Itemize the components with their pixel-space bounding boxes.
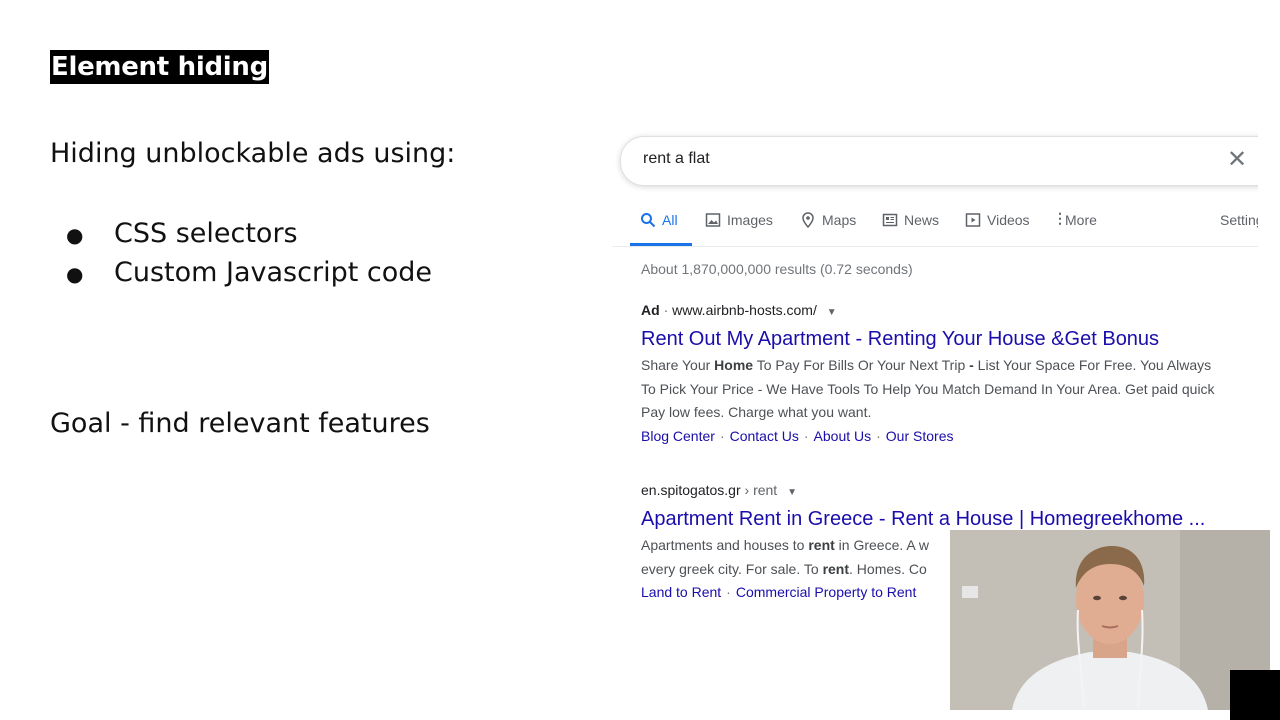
result-url: en.spitogatos.gr › rent ▼ [641, 480, 1258, 500]
slide-title: Element hiding [50, 50, 269, 84]
video-icon [965, 213, 981, 227]
result-site[interactable]: en.spitogatos.gr [641, 482, 741, 498]
presenter-video-icon [950, 530, 1270, 710]
ad-label: Ad [641, 302, 660, 318]
result-stats: About 1,870,000,000 results (0.72 second… [641, 261, 913, 277]
sitelink[interactable]: Contact Us [730, 428, 799, 444]
map-pin-icon [802, 212, 814, 228]
ad-url[interactable]: www.airbnb-hosts.com/ [672, 302, 817, 318]
ad-result: Ad · www.airbnb-hosts.com/ ▼ Rent Out My… [641, 300, 1258, 448]
search-query[interactable]: rent a flat [643, 150, 710, 168]
chevron-down-icon[interactable]: ▼ [827, 307, 837, 318]
result-url: Ad · www.airbnb-hosts.com/ ▼ [641, 302, 837, 318]
tab-settings[interactable]: Settings [1220, 212, 1258, 228]
tab-all[interactable]: All [640, 212, 678, 228]
sitelink[interactable]: Blog Center [641, 428, 715, 444]
sitelink[interactable]: About Us [814, 428, 872, 444]
sitelink[interactable]: Land to Rent [641, 584, 721, 600]
sitelink[interactable]: Commercial Property to Rent [736, 584, 917, 600]
search-box[interactable]: rent a flat ✕ [620, 136, 1258, 186]
more-vertical-icon: ⋮ [1053, 210, 1067, 226]
close-icon[interactable]: ✕ [1227, 146, 1247, 174]
bullet-dot-icon: ● [66, 223, 84, 247]
bullet-list: ● CSS selectors ● Custom Javascript code [66, 214, 432, 292]
bullet-dot-icon: ● [66, 262, 84, 286]
chevron-down-icon[interactable]: ▼ [787, 487, 797, 498]
result-description: Share Your Home To Pay For Bills Or Your… [641, 357, 1215, 420]
intro-text: Hiding unblockable ads using: [50, 138, 456, 169]
tab-images[interactable]: Images [705, 212, 773, 228]
corner-block [1230, 670, 1280, 720]
tab-more[interactable]: ⋮ More [1053, 210, 1097, 228]
search-tabs: All Images Maps News Videos ⋮ More Setti… [612, 204, 1258, 247]
goal-text: Goal - find relevant features [50, 408, 430, 439]
bullet-item: ● Custom Javascript code [66, 253, 432, 292]
sitelinks: Blog Center · Contact Us · About Us · Our Stor… [641, 427, 954, 444]
active-tab-indicator [630, 243, 692, 246]
result-title-link[interactable]: Rent Out My Apartment - Renting Your Hou… [641, 324, 1258, 354]
webcam-overlay [950, 530, 1270, 710]
tab-news[interactable]: News [882, 212, 939, 228]
news-icon [882, 213, 898, 227]
image-icon [705, 213, 721, 227]
search-icon [641, 213, 656, 228]
tab-videos[interactable]: Videos [965, 212, 1030, 228]
sitelink[interactable]: Our Stores [886, 428, 954, 444]
result-path: › rent [744, 482, 778, 498]
tab-maps[interactable]: Maps [800, 212, 856, 228]
bullet-item: ● CSS selectors [66, 214, 432, 253]
